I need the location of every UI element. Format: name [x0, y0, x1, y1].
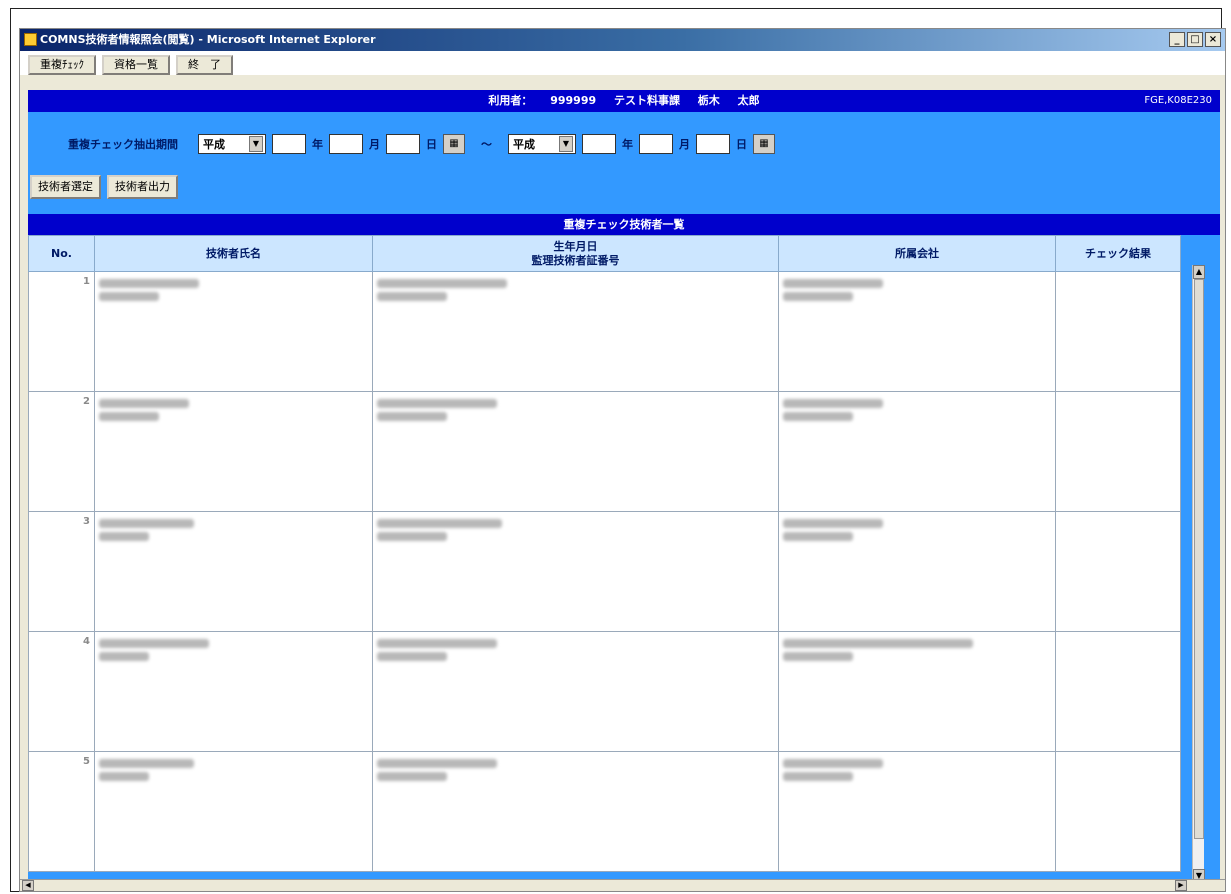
row-number: 4 — [28, 631, 95, 752]
action-row: 技術者選定 技術者出力 — [30, 175, 178, 199]
range-separator: ～ — [481, 138, 492, 151]
from-day-input[interactable] — [386, 134, 420, 154]
table-row[interactable]: 2 — [28, 391, 1181, 512]
screen-id: FGE,K08E230 — [1144, 95, 1212, 106]
day-unit: 日 — [736, 138, 747, 151]
birth-cert-cell — [372, 631, 779, 752]
table-row[interactable]: 5 — [28, 751, 1181, 872]
scroll-right-icon[interactable]: ▶ — [1175, 880, 1187, 891]
page-toolbar: 重複ﾁｪｯｸ 資格一覧 終 了 — [20, 51, 1225, 75]
browser-window: COMNS技術者情報照会(閲覧) - Microsoft Internet Ex… — [19, 28, 1226, 892]
window-title: COMNS技術者情報照会(閲覧) - Microsoft Internet Ex… — [40, 33, 376, 46]
title-bar: COMNS技術者情報照会(閲覧) - Microsoft Internet Ex… — [20, 29, 1225, 51]
engineer-name-cell — [94, 511, 373, 632]
birth-cert-cell — [372, 511, 779, 632]
engineer-table: No. 技術者氏名 生年月日 監理技術者証番号 所属会社 チェック結果 1 2 … — [28, 235, 1181, 872]
table-row[interactable]: 3 — [28, 511, 1181, 632]
row-number: 3 — [28, 511, 95, 632]
to-era-value: 平成 — [513, 138, 535, 151]
qualification-list-button[interactable]: 資格一覧 — [102, 55, 170, 75]
col-header-birth-line2: 監理技術者証番号 — [531, 253, 620, 267]
search-panel: 重複チェック抽出期間 平成 ▼ 年 月 日 ▦ ～ 平成 ▼ 年 月 日 ▦ 技… — [28, 112, 1220, 214]
calendar-icon[interactable]: ▦ — [753, 134, 775, 154]
to-day-input[interactable] — [696, 134, 730, 154]
engineer-output-button[interactable]: 技術者出力 — [107, 175, 178, 199]
col-header-no: No. — [28, 235, 95, 272]
col-header-name: 技術者氏名 — [94, 235, 373, 272]
vertical-scrollbar[interactable]: ▲ ▼ — [1192, 265, 1205, 883]
check-result-cell — [1055, 631, 1181, 752]
col-header-result: チェック結果 — [1055, 235, 1181, 272]
day-unit: 日 — [426, 138, 437, 151]
from-year-input[interactable] — [272, 134, 306, 154]
to-month-input[interactable] — [639, 134, 673, 154]
check-result-cell — [1055, 391, 1181, 512]
window-controls: _ □ × — [1169, 32, 1221, 47]
year-unit: 年 — [312, 138, 323, 151]
col-header-birth: 生年月日 監理技術者証番号 — [372, 235, 779, 272]
col-header-company: 所属会社 — [778, 235, 1056, 272]
calendar-icon[interactable]: ▦ — [443, 134, 465, 154]
engineer-select-button[interactable]: 技術者選定 — [30, 175, 101, 199]
scroll-thumb[interactable] — [1194, 279, 1204, 839]
chevron-down-icon: ▼ — [249, 136, 263, 152]
row-number: 5 — [28, 751, 95, 872]
from-month-input[interactable] — [329, 134, 363, 154]
minimize-button[interactable]: _ — [1169, 32, 1185, 47]
table-row[interactable]: 4 — [28, 631, 1181, 752]
engineer-name-cell — [94, 391, 373, 512]
close-button[interactable]: × — [1205, 32, 1221, 47]
scroll-left-icon[interactable]: ◀ — [22, 880, 34, 891]
maximize-button[interactable]: □ — [1187, 32, 1203, 47]
company-cell — [778, 511, 1056, 632]
period-row: 重複チェック抽出期間 平成 ▼ 年 月 日 ▦ ～ 平成 ▼ 年 月 日 ▦ — [68, 134, 775, 154]
year-unit: 年 — [622, 138, 633, 151]
check-result-cell — [1055, 271, 1181, 392]
period-label: 重複チェック抽出期間 — [68, 138, 178, 151]
engineer-name-cell — [94, 631, 373, 752]
company-cell — [778, 271, 1056, 392]
birth-cert-cell — [372, 271, 779, 392]
month-unit: 月 — [679, 138, 690, 151]
row-number: 2 — [28, 391, 95, 512]
engineer-name-cell — [94, 271, 373, 392]
list-area: No. 技術者氏名 生年月日 監理技術者証番号 所属会社 チェック結果 1 2 … — [28, 235, 1220, 883]
to-era-select[interactable]: 平成 ▼ — [508, 134, 576, 154]
birth-cert-cell — [372, 391, 779, 512]
month-unit: 月 — [369, 138, 380, 151]
check-result-cell — [1055, 751, 1181, 872]
scroll-up-icon[interactable]: ▲ — [1193, 265, 1205, 279]
duplicate-check-button[interactable]: 重複ﾁｪｯｸ — [28, 55, 96, 75]
from-era-select[interactable]: 平成 ▼ — [198, 134, 266, 154]
company-cell — [778, 631, 1056, 752]
table-row[interactable]: 1 — [28, 271, 1181, 392]
ie-app-icon — [24, 33, 37, 46]
list-title: 重複チェック技術者一覧 — [28, 214, 1220, 235]
engineer-name-cell — [94, 751, 373, 872]
company-cell — [778, 391, 1056, 512]
horizontal-scrollbar[interactable]: ◀ ▶ — [20, 879, 1225, 891]
to-year-input[interactable] — [582, 134, 616, 154]
user-info: 利用者： 999999 テスト料事課 栃木 太郎 — [488, 94, 760, 107]
company-cell — [778, 751, 1056, 872]
birth-cert-cell — [372, 751, 779, 872]
chevron-down-icon: ▼ — [559, 136, 573, 152]
from-era-value: 平成 — [203, 138, 225, 151]
row-number: 1 — [28, 271, 95, 392]
check-result-cell — [1055, 511, 1181, 632]
table-header-row: No. 技術者氏名 生年月日 監理技術者証番号 所属会社 チェック結果 — [28, 235, 1181, 272]
col-header-birth-line1: 生年月日 — [553, 239, 598, 253]
user-info-bar: 利用者： 999999 テスト料事課 栃木 太郎 FGE,K08E230 — [28, 90, 1220, 112]
exit-button[interactable]: 終 了 — [176, 55, 233, 75]
